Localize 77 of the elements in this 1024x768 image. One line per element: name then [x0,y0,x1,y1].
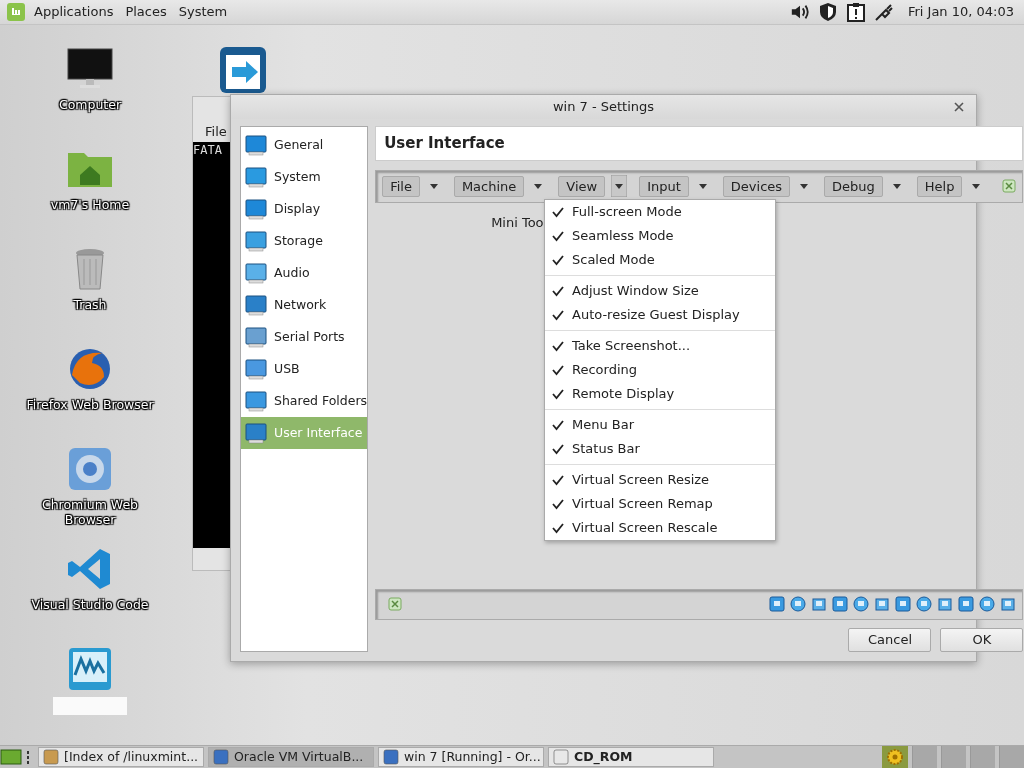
sidebar-item[interactable]: System [241,160,368,193]
desktop-icon-label[interactable]: vm7's Home [25,196,155,212]
sidebar-item[interactable]: Audio [241,256,368,289]
section-icon [245,229,267,252]
section-icon [245,197,267,220]
dialog-button[interactable]: OK [940,627,1024,652]
menu-item[interactable]: Take Screenshot... [545,333,775,358]
workspace-switcher[interactable] [941,745,966,768]
sidebar-item[interactable]: Shared Folders [241,384,368,417]
desktop-icon-label[interactable]: Firefox Web Browser [25,396,155,412]
panel-menu[interactable]: Applications [34,4,114,20]
menu-toggle[interactable]: Machine [453,175,525,197]
section-icon [245,293,267,316]
sidebar-item[interactable]: Serial Ports [241,320,368,353]
menu-toggle[interactable]: Devices [722,175,791,197]
grip-icon [26,748,30,765]
workspace-switcher[interactable] [999,745,1024,768]
menu-toggle[interactable]: Input [639,175,689,197]
sidebar-item[interactable]: Network [241,288,368,321]
caret-icon[interactable] [611,175,628,198]
menu-item[interactable]: Status Bar [545,436,775,461]
close-icon[interactable] [954,101,964,112]
mini-toolbar-label: Mini Too [491,214,544,230]
sidebar-item[interactable]: USB [241,352,368,385]
menu-item[interactable]: Virtual Screen Resize [545,467,775,492]
menu-item[interactable]: Virtual Screen Rescale [545,515,775,540]
section-icon [245,421,267,444]
sidebar-item[interactable]: Storage [241,224,368,257]
menu-toggle[interactable]: Debug [824,175,883,197]
menu-toggle[interactable]: View [558,175,606,197]
panel-menu[interactable]: System [178,4,228,20]
show-desktop-icon[interactable] [0,746,22,767]
menu-item[interactable]: Adjust Window Size [545,278,775,303]
menu-toggle[interactable]: Help [916,175,963,197]
section-icon [245,357,267,380]
desktop-icon-label[interactable]: Visual Studio Code [25,596,155,612]
arrow-app-icon[interactable] [220,46,266,93]
desktop-icon-label[interactable]: Computer [25,96,155,112]
panel-menu[interactable]: Places [125,4,167,20]
menu-item[interactable]: Auto-resize Guest Display [545,302,775,327]
menu-item[interactable]: Seamless Mode [545,223,775,248]
menu-item[interactable]: Remote Display [545,381,775,406]
taskbar-button[interactable]: [Index of /linuxmint... [38,746,204,767]
app-icon [213,748,229,765]
close-icon[interactable] [1002,179,1017,194]
taskbar-button[interactable]: Oracle VM VirtualB... [208,746,374,767]
app-icon [553,748,569,765]
section-icon [245,133,267,156]
dialog-button[interactable]: Cancel [848,627,932,652]
section-icon [245,325,267,348]
menu-toggle[interactable]: File [382,175,420,197]
desktop-icon-label[interactable]: Chromium Web Browser [25,496,155,527]
section-icon [245,261,267,284]
app-icon [383,748,399,765]
workspace-switcher[interactable] [970,745,995,768]
workspace-switcher[interactable] [912,745,937,768]
menu-item[interactable]: Menu Bar [545,412,775,437]
taskbar-button[interactable]: win 7 [Running] - Or... [378,746,544,767]
section-icon [245,389,267,412]
gear-icon[interactable] [882,745,908,768]
menu-item[interactable]: Virtual Screen Remap [545,491,775,516]
terminal-text: FATA [193,142,222,157]
section-icon [245,165,267,188]
clock[interactable]: Fri Jan 10, 04:03 [907,4,1014,20]
app-icon [43,748,59,765]
menu-item[interactable]: Full-screen Mode [545,199,775,224]
menu-item[interactable]: Scaled Mode [545,247,775,272]
desktop-icon-label[interactable]: Trash [25,296,155,312]
taskbar-button[interactable]: CD_ROM [548,746,714,767]
plug-icon[interactable] [873,1,894,22]
close-icon[interactable] [388,597,403,612]
clipboard-alert-icon[interactable] [845,1,866,22]
sidebar-item[interactable]: Display [241,192,368,225]
sidebar-item[interactable]: General [241,128,368,161]
menu-item[interactable]: Recording [545,357,775,382]
page-title: User Interface [375,125,1024,161]
window-title: win 7 - Settings [552,99,655,115]
